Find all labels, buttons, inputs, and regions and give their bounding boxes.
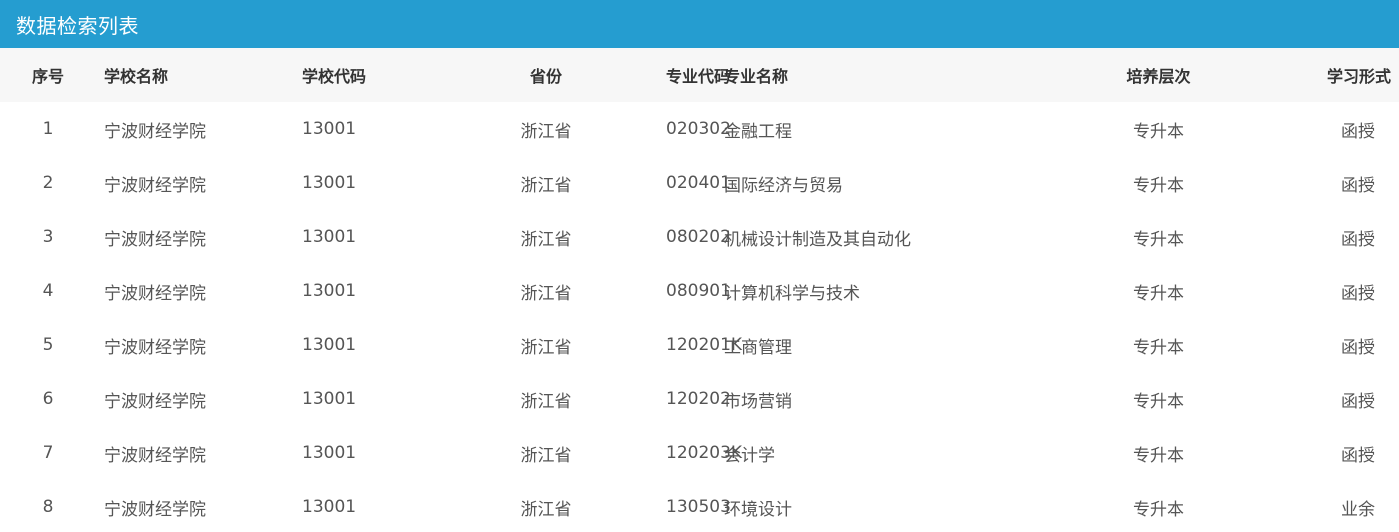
column-header-major-name: 专业名称 bbox=[724, 67, 789, 86]
cell-major-name: 环境设计 bbox=[724, 499, 792, 520]
cell-school-name: 宁波财经学院 bbox=[104, 337, 206, 358]
cell-index: 1 bbox=[42, 119, 54, 139]
cell-province: 浙江省 bbox=[520, 229, 572, 250]
cell-level: 专升本 bbox=[1133, 445, 1184, 466]
cell-study-form: 函授 bbox=[1341, 445, 1375, 466]
table-row: 8 宁波财经学院 13001 浙江省 130503 环境设计 专升本 业余 bbox=[0, 480, 1399, 532]
cell-province: 浙江省 bbox=[520, 283, 572, 304]
panel-header: 数据检索列表 bbox=[0, 0, 1399, 48]
cell-school-name: 宁波财经学院 bbox=[104, 391, 206, 412]
column-header-level: 培养层次 bbox=[1126, 67, 1191, 86]
cell-level: 专升本 bbox=[1133, 121, 1184, 142]
cell-major-name: 金融工程 bbox=[724, 121, 792, 142]
cell-major-code: 080901 bbox=[666, 281, 731, 301]
cell-school-name: 宁波财经学院 bbox=[104, 175, 206, 196]
table-row: 7 宁波财经学院 13001 浙江省 120203K 会计学 专升本 函授 bbox=[0, 426, 1399, 480]
cell-index: 4 bbox=[42, 281, 54, 301]
cell-index: 3 bbox=[42, 227, 54, 247]
table-row: 1 宁波财经学院 13001 浙江省 020302 金融工程 专升本 函授 bbox=[0, 102, 1399, 156]
cell-major-name: 会计学 bbox=[724, 445, 775, 466]
cell-index: 5 bbox=[42, 335, 54, 355]
cell-major-code: 130503 bbox=[666, 497, 731, 517]
cell-level: 专升本 bbox=[1133, 337, 1184, 358]
table-row: 2 宁波财经学院 13001 浙江省 020401 国际经济与贸易 专升本 函授 bbox=[0, 156, 1399, 210]
column-header-study-form: 学习形式 bbox=[1326, 67, 1391, 86]
column-header-school-name: 学校名称 bbox=[104, 67, 169, 86]
cell-school-name: 宁波财经学院 bbox=[104, 445, 206, 466]
cell-major-code: 120201K bbox=[666, 335, 743, 355]
cell-study-form: 函授 bbox=[1341, 283, 1375, 304]
cell-major-name: 工商管理 bbox=[724, 337, 792, 358]
cell-level: 专升本 bbox=[1133, 175, 1184, 196]
cell-study-form: 函授 bbox=[1341, 229, 1375, 250]
cell-school-code: 13001 bbox=[302, 227, 357, 247]
cell-level: 专升本 bbox=[1133, 283, 1184, 304]
cell-school-code: 13001 bbox=[302, 281, 357, 301]
table-row: 5 宁波财经学院 13001 浙江省 120201K 工商管理 专升本 函授 bbox=[0, 318, 1399, 372]
cell-major-code: 120202 bbox=[666, 389, 731, 409]
cell-province: 浙江省 bbox=[520, 445, 572, 466]
table-row: 3 宁波财经学院 13001 浙江省 080202 机械设计制造及其自动化 专升… bbox=[0, 210, 1399, 264]
cell-school-code: 13001 bbox=[302, 389, 357, 409]
cell-province: 浙江省 bbox=[520, 391, 572, 412]
cell-study-form: 函授 bbox=[1341, 337, 1375, 358]
cell-level: 专升本 bbox=[1133, 229, 1184, 250]
cell-province: 浙江省 bbox=[520, 175, 572, 196]
table-header-row: 序号 学校名称 学校代码 省份 专业代码 专业名称 培养层次 学习形式 bbox=[0, 48, 1399, 102]
cell-province: 浙江省 bbox=[520, 337, 572, 358]
cell-study-form: 函授 bbox=[1341, 121, 1375, 142]
table-row: 4 宁波财经学院 13001 浙江省 080901 计算机科学与技术 专升本 函… bbox=[0, 264, 1399, 318]
column-header-major-code: 专业代码 bbox=[666, 67, 731, 86]
cell-school-code: 13001 bbox=[302, 335, 357, 355]
cell-school-name: 宁波财经学院 bbox=[104, 121, 206, 142]
cell-school-code: 13001 bbox=[302, 497, 357, 517]
cell-major-code: 020401 bbox=[666, 173, 731, 193]
results-table: 序号 学校名称 学校代码 省份 专业代码 专业名称 培养层次 学习形式 1 宁波… bbox=[0, 48, 1399, 532]
cell-index: 7 bbox=[42, 443, 54, 463]
cell-school-code: 13001 bbox=[302, 173, 357, 193]
cell-index: 6 bbox=[42, 389, 54, 409]
cell-major-name: 国际经济与贸易 bbox=[724, 175, 843, 196]
cell-school-code: 13001 bbox=[302, 443, 357, 463]
cell-index: 2 bbox=[42, 173, 54, 193]
cell-province: 浙江省 bbox=[520, 499, 572, 520]
cell-school-code: 13001 bbox=[302, 119, 357, 139]
data-search-panel: 数据检索列表 序号 学校名称 学校代码 省份 专业代码 专业名称 培养层次 学习… bbox=[0, 0, 1399, 532]
cell-school-name: 宁波财经学院 bbox=[104, 499, 206, 520]
cell-major-name: 市场营销 bbox=[724, 391, 792, 412]
cell-study-form: 业余 bbox=[1341, 499, 1375, 520]
cell-major-code: 020302 bbox=[666, 119, 731, 139]
cell-major-name: 机械设计制造及其自动化 bbox=[724, 229, 911, 250]
cell-school-name: 宁波财经学院 bbox=[104, 229, 206, 250]
cell-study-form: 函授 bbox=[1341, 175, 1375, 196]
cell-level: 专升本 bbox=[1133, 391, 1184, 412]
panel-title: 数据检索列表 bbox=[16, 13, 139, 38]
column-header-school-code: 学校代码 bbox=[302, 67, 367, 86]
cell-province: 浙江省 bbox=[520, 121, 572, 142]
cell-index: 8 bbox=[42, 497, 54, 517]
table-body: 1 宁波财经学院 13001 浙江省 020302 金融工程 专升本 函授 2 … bbox=[0, 102, 1399, 532]
column-header-index: 序号 bbox=[31, 67, 64, 86]
cell-level: 专升本 bbox=[1133, 499, 1184, 520]
cell-major-name: 计算机科学与技术 bbox=[724, 283, 860, 304]
cell-school-name: 宁波财经学院 bbox=[104, 283, 206, 304]
column-header-province: 省份 bbox=[529, 67, 562, 86]
table-row: 6 宁波财经学院 13001 浙江省 120202 市场营销 专升本 函授 bbox=[0, 372, 1399, 426]
cell-major-code: 080202 bbox=[666, 227, 731, 247]
cell-study-form: 函授 bbox=[1341, 391, 1375, 412]
cell-major-code: 120203K bbox=[666, 443, 743, 463]
